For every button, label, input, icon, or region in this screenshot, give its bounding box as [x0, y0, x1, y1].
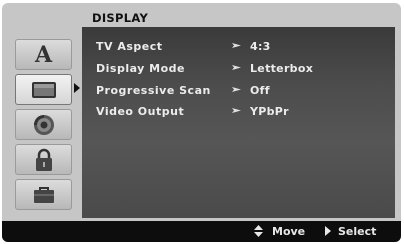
letter-a-icon: A: [34, 41, 53, 68]
sidebar-item-language[interactable]: A: [15, 39, 72, 70]
setting-row-display-mode[interactable]: Display Mode Letterbox: [96, 62, 396, 80]
sidebar-item-lock[interactable]: [15, 144, 72, 175]
padlock-icon: [35, 148, 52, 171]
menu-title: DISPLAY: [92, 11, 149, 25]
setting-row-progressive-scan[interactable]: Progressive Scan Off: [96, 84, 396, 102]
setting-row-video-output[interactable]: Video Output YPbPr: [96, 105, 396, 123]
setting-value: Off: [250, 84, 270, 97]
setting-value: 4:3: [250, 40, 271, 53]
select-hint: Select: [338, 225, 377, 238]
active-item-arrow: [74, 83, 80, 93]
setting-label: Video Output: [96, 105, 185, 118]
tv-icon: [31, 81, 56, 98]
right-arrow-icon: [325, 226, 331, 236]
pointer-icon: [232, 43, 241, 48]
setting-value: YPbPr: [250, 105, 289, 118]
setting-label: Progressive Scan: [96, 84, 211, 97]
sidebar-item-audio[interactable]: [15, 109, 72, 140]
briefcase-icon: [33, 186, 54, 203]
sidebar-item-display[interactable]: [15, 74, 72, 105]
setting-label: Display Mode: [96, 62, 186, 75]
up-down-arrows-icon: [254, 225, 263, 237]
pointer-icon: [232, 87, 241, 92]
sidebar-item-others[interactable]: [15, 179, 72, 210]
setting-label: TV Aspect: [96, 40, 163, 53]
setting-row-tv-aspect[interactable]: TV Aspect 4:3: [96, 40, 396, 58]
pointer-icon: [232, 65, 241, 70]
setting-value: Letterbox: [250, 62, 314, 75]
footer-bar: Move Select: [2, 221, 401, 242]
setup-menu-screen: DISPLAY A TV Aspect 4:3 Display Mode Let…: [2, 3, 401, 242]
pointer-icon: [232, 108, 241, 113]
move-hint: Move: [272, 225, 306, 238]
speaker-icon: [33, 114, 54, 135]
